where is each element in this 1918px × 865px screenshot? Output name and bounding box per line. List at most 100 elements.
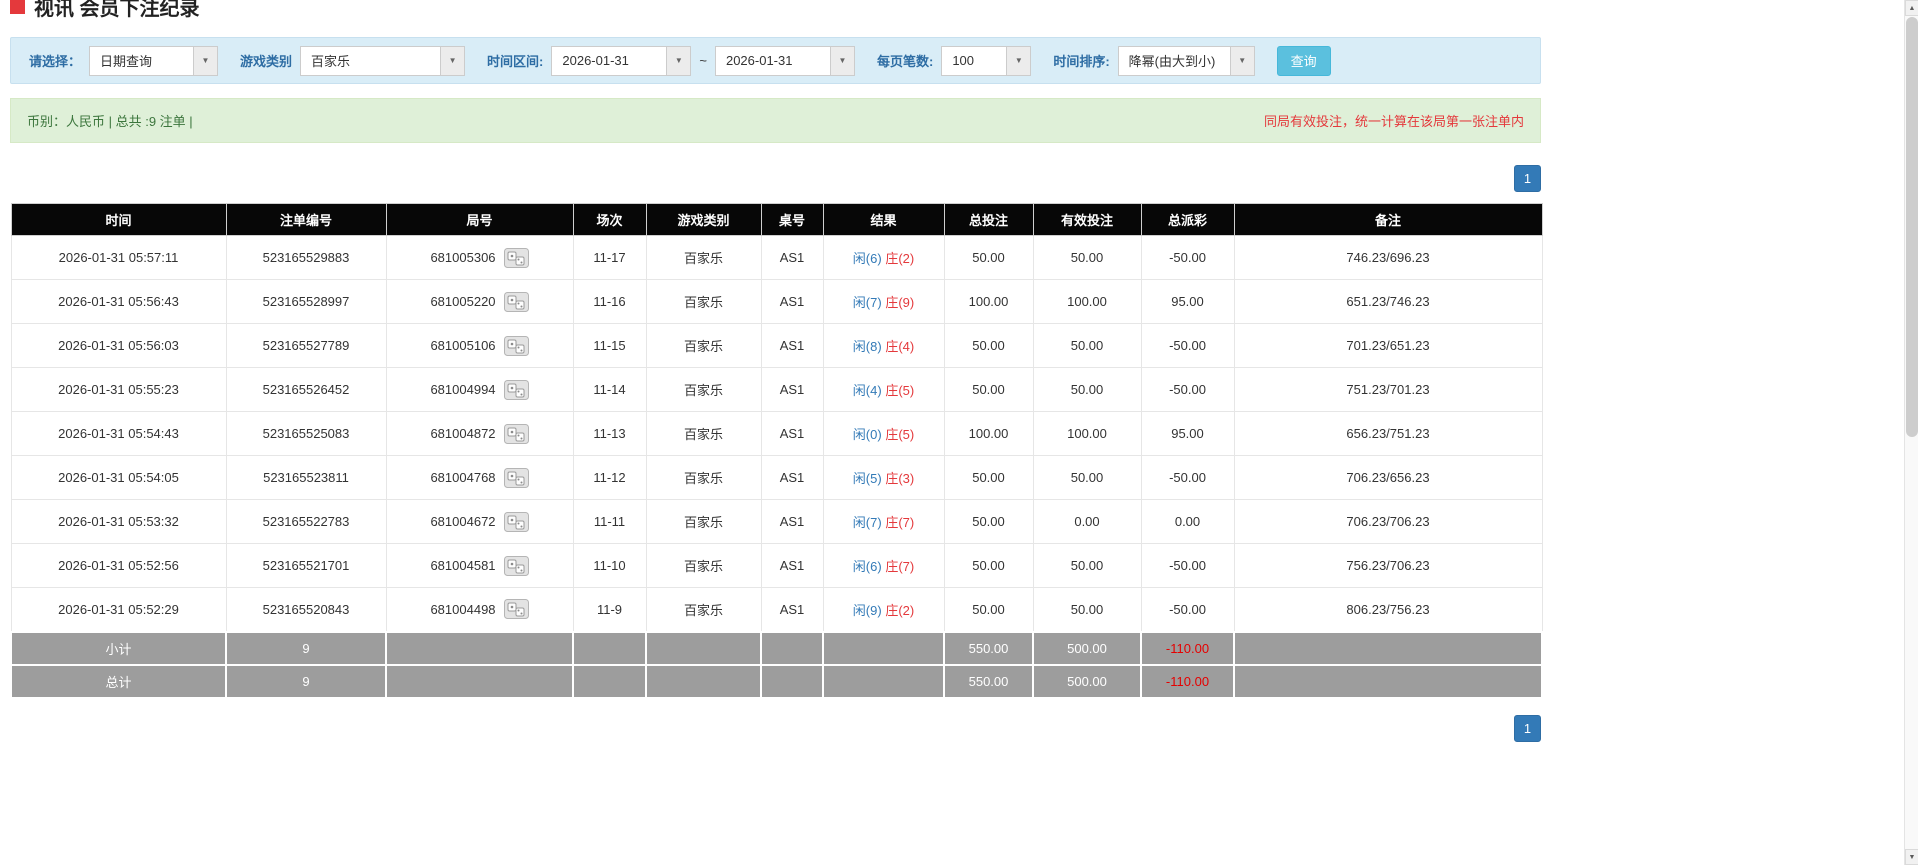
cell-payout: -50.00 [1140,367,1235,412]
cell-time: 2026-01-31 05:57:11 [10,235,227,280]
cell-payout: -50.00 [1140,235,1235,280]
round-replay-icon[interactable] [503,423,529,444]
cell-payout: 95.00 [1140,411,1235,456]
cell-game: 百家乐 [645,543,762,588]
result-player: 闲(4) [852,383,882,398]
cell-round-no: 681004581 [385,543,574,588]
cell-table-no: AS1 [760,235,824,280]
cell-round-no: 681005106 [385,323,574,368]
cell-table-no: AS1 [760,499,824,544]
cell-time: 2026-01-31 05:55:23 [10,367,227,412]
cell-valid-bet: 50.00 [1032,543,1142,588]
game-type-value: 百家乐 [300,45,441,76]
round-replay-icon[interactable] [503,247,529,268]
page-size-select[interactable]: 100 ▼ [941,45,1032,76]
cell-total-bet: 50.00 [943,323,1034,368]
date-from-value: 2026-01-31 [551,45,667,76]
round-replay-icon[interactable] [503,467,529,488]
table-body: 2026-01-31 05:57:11 523165529883 6810053… [10,235,1543,632]
round-replay-icon[interactable] [503,599,529,620]
chevron-down-icon[interactable]: ▼ [193,45,219,76]
cell-session: 11-14 [572,367,647,412]
query-button[interactable]: 查询 [1276,45,1331,76]
cell-total-bet: 50.00 [943,235,1034,280]
col-header-table-no: 桌号 [760,203,824,236]
round-replay-icon[interactable] [503,291,529,312]
vertical-scrollbar[interactable]: ▲ ▼ [1904,0,1918,865]
cell-game: 百家乐 [645,411,762,456]
cell-table-no: AS1 [760,543,824,588]
chevron-down-icon[interactable]: ▼ [666,45,692,76]
chevron-down-icon[interactable]: ▼ [1229,45,1255,76]
round-replay-icon[interactable] [503,555,529,576]
date-to-value: 2026-01-31 [714,45,830,76]
col-header-result: 结果 [822,203,945,236]
caret-glyph: ▼ [1238,56,1247,65]
cell-game: 百家乐 [645,323,762,368]
cell-remark: 751.23/701.23 [1233,367,1543,412]
query-type-value: 日期查询 [89,45,194,76]
cell-payout: -50.00 [1140,543,1235,588]
scrollbar-thumb[interactable] [1906,17,1918,437]
table-row: 2026-01-31 05:54:05 523165523811 6810047… [10,455,1543,500]
result-player: 闲(7) [852,295,882,310]
cell-time: 2026-01-31 05:52:56 [10,543,227,588]
cell-round-no: 681004672 [385,499,574,544]
scroll-down-button[interactable]: ▼ [1905,849,1918,865]
cell-session: 11-17 [572,235,647,280]
cell-round-no: 681004498 [385,587,574,632]
subtotal-count: 9 [225,630,387,666]
cell-round-no: 681004994 [385,367,574,412]
caret-glyph: ▼ [674,56,683,65]
result-banker: 庄(9) [885,295,915,310]
date-from-picker[interactable]: 2026-01-31 ▼ [551,45,692,76]
cell-table-no: AS1 [760,367,824,412]
subtotal-label: 小计 [10,630,227,666]
round-no-text: 681004581 [430,558,496,573]
red-square-icon [10,0,25,14]
query-type-select[interactable]: 日期查询 ▼ [89,45,219,76]
cell-game: 百家乐 [645,279,762,324]
col-header-total-bet: 总投注 [943,203,1034,236]
cell-result: 闲(0) 庄(5) [822,411,945,456]
col-header-round-no: 局号 [385,203,574,236]
total-count: 9 [225,663,387,699]
chevron-down-icon[interactable]: ▼ [829,45,855,76]
chevron-down-icon[interactable]: ▼ [440,45,466,76]
cell-result: 闲(7) 庄(9) [822,279,945,324]
round-replay-icon[interactable] [503,335,529,356]
cell-remark: 701.23/651.23 [1233,323,1543,368]
time-sort-select[interactable]: 降幂(由大到小) ▼ [1117,45,1255,76]
pagination-page-1[interactable]: 1 [1514,165,1541,192]
round-replay-icon[interactable] [503,511,529,532]
table-header-row: 时间 注单编号 局号 场次 游戏类别 桌号 结果 总投注 有效投注 总派彩 备注 [10,203,1543,236]
cell-result: 闲(6) 庄(2) [822,235,945,280]
round-no-text: 681004768 [430,470,496,485]
cell-game: 百家乐 [645,499,762,544]
round-replay-icon[interactable] [503,379,529,400]
cell-session: 11-15 [572,323,647,368]
caret-glyph: ▼ [201,56,210,65]
result-player: 闲(7) [852,515,882,530]
cell-remark: 806.23/756.23 [1233,587,1543,632]
caret-glyph: ▼ [838,56,847,65]
chevron-down-icon[interactable]: ▼ [1006,45,1032,76]
col-header-bet-no: 注单编号 [225,203,387,236]
table-row: 2026-01-31 05:53:32 523165522783 6810046… [10,499,1543,544]
scroll-up-button[interactable]: ▲ [1905,0,1918,16]
pagination-bottom: 1 [10,714,1541,742]
page-title: 视讯 会员下注纪录 [10,0,1541,21]
round-no-text: 681004498 [430,601,496,617]
cell-valid-bet: 0.00 [1032,499,1142,544]
game-type-select[interactable]: 百家乐 ▼ [300,45,466,76]
pagination-bottom-page-1[interactable]: 1 [1514,714,1541,742]
round-no-text: 681005220 [430,294,496,309]
cell-time: 2026-01-31 05:52:29 [10,587,227,632]
cell-round-no: 681004872 [385,411,574,456]
game-type-label: 游戏类别 [240,54,293,69]
cell-payout: -50.00 [1140,455,1235,500]
cell-bet-no: 523165523811 [225,455,387,500]
total-label: 总计 [10,663,227,699]
date-to-picker[interactable]: 2026-01-31 ▼ [714,45,855,76]
cell-valid-bet: 50.00 [1032,323,1142,368]
